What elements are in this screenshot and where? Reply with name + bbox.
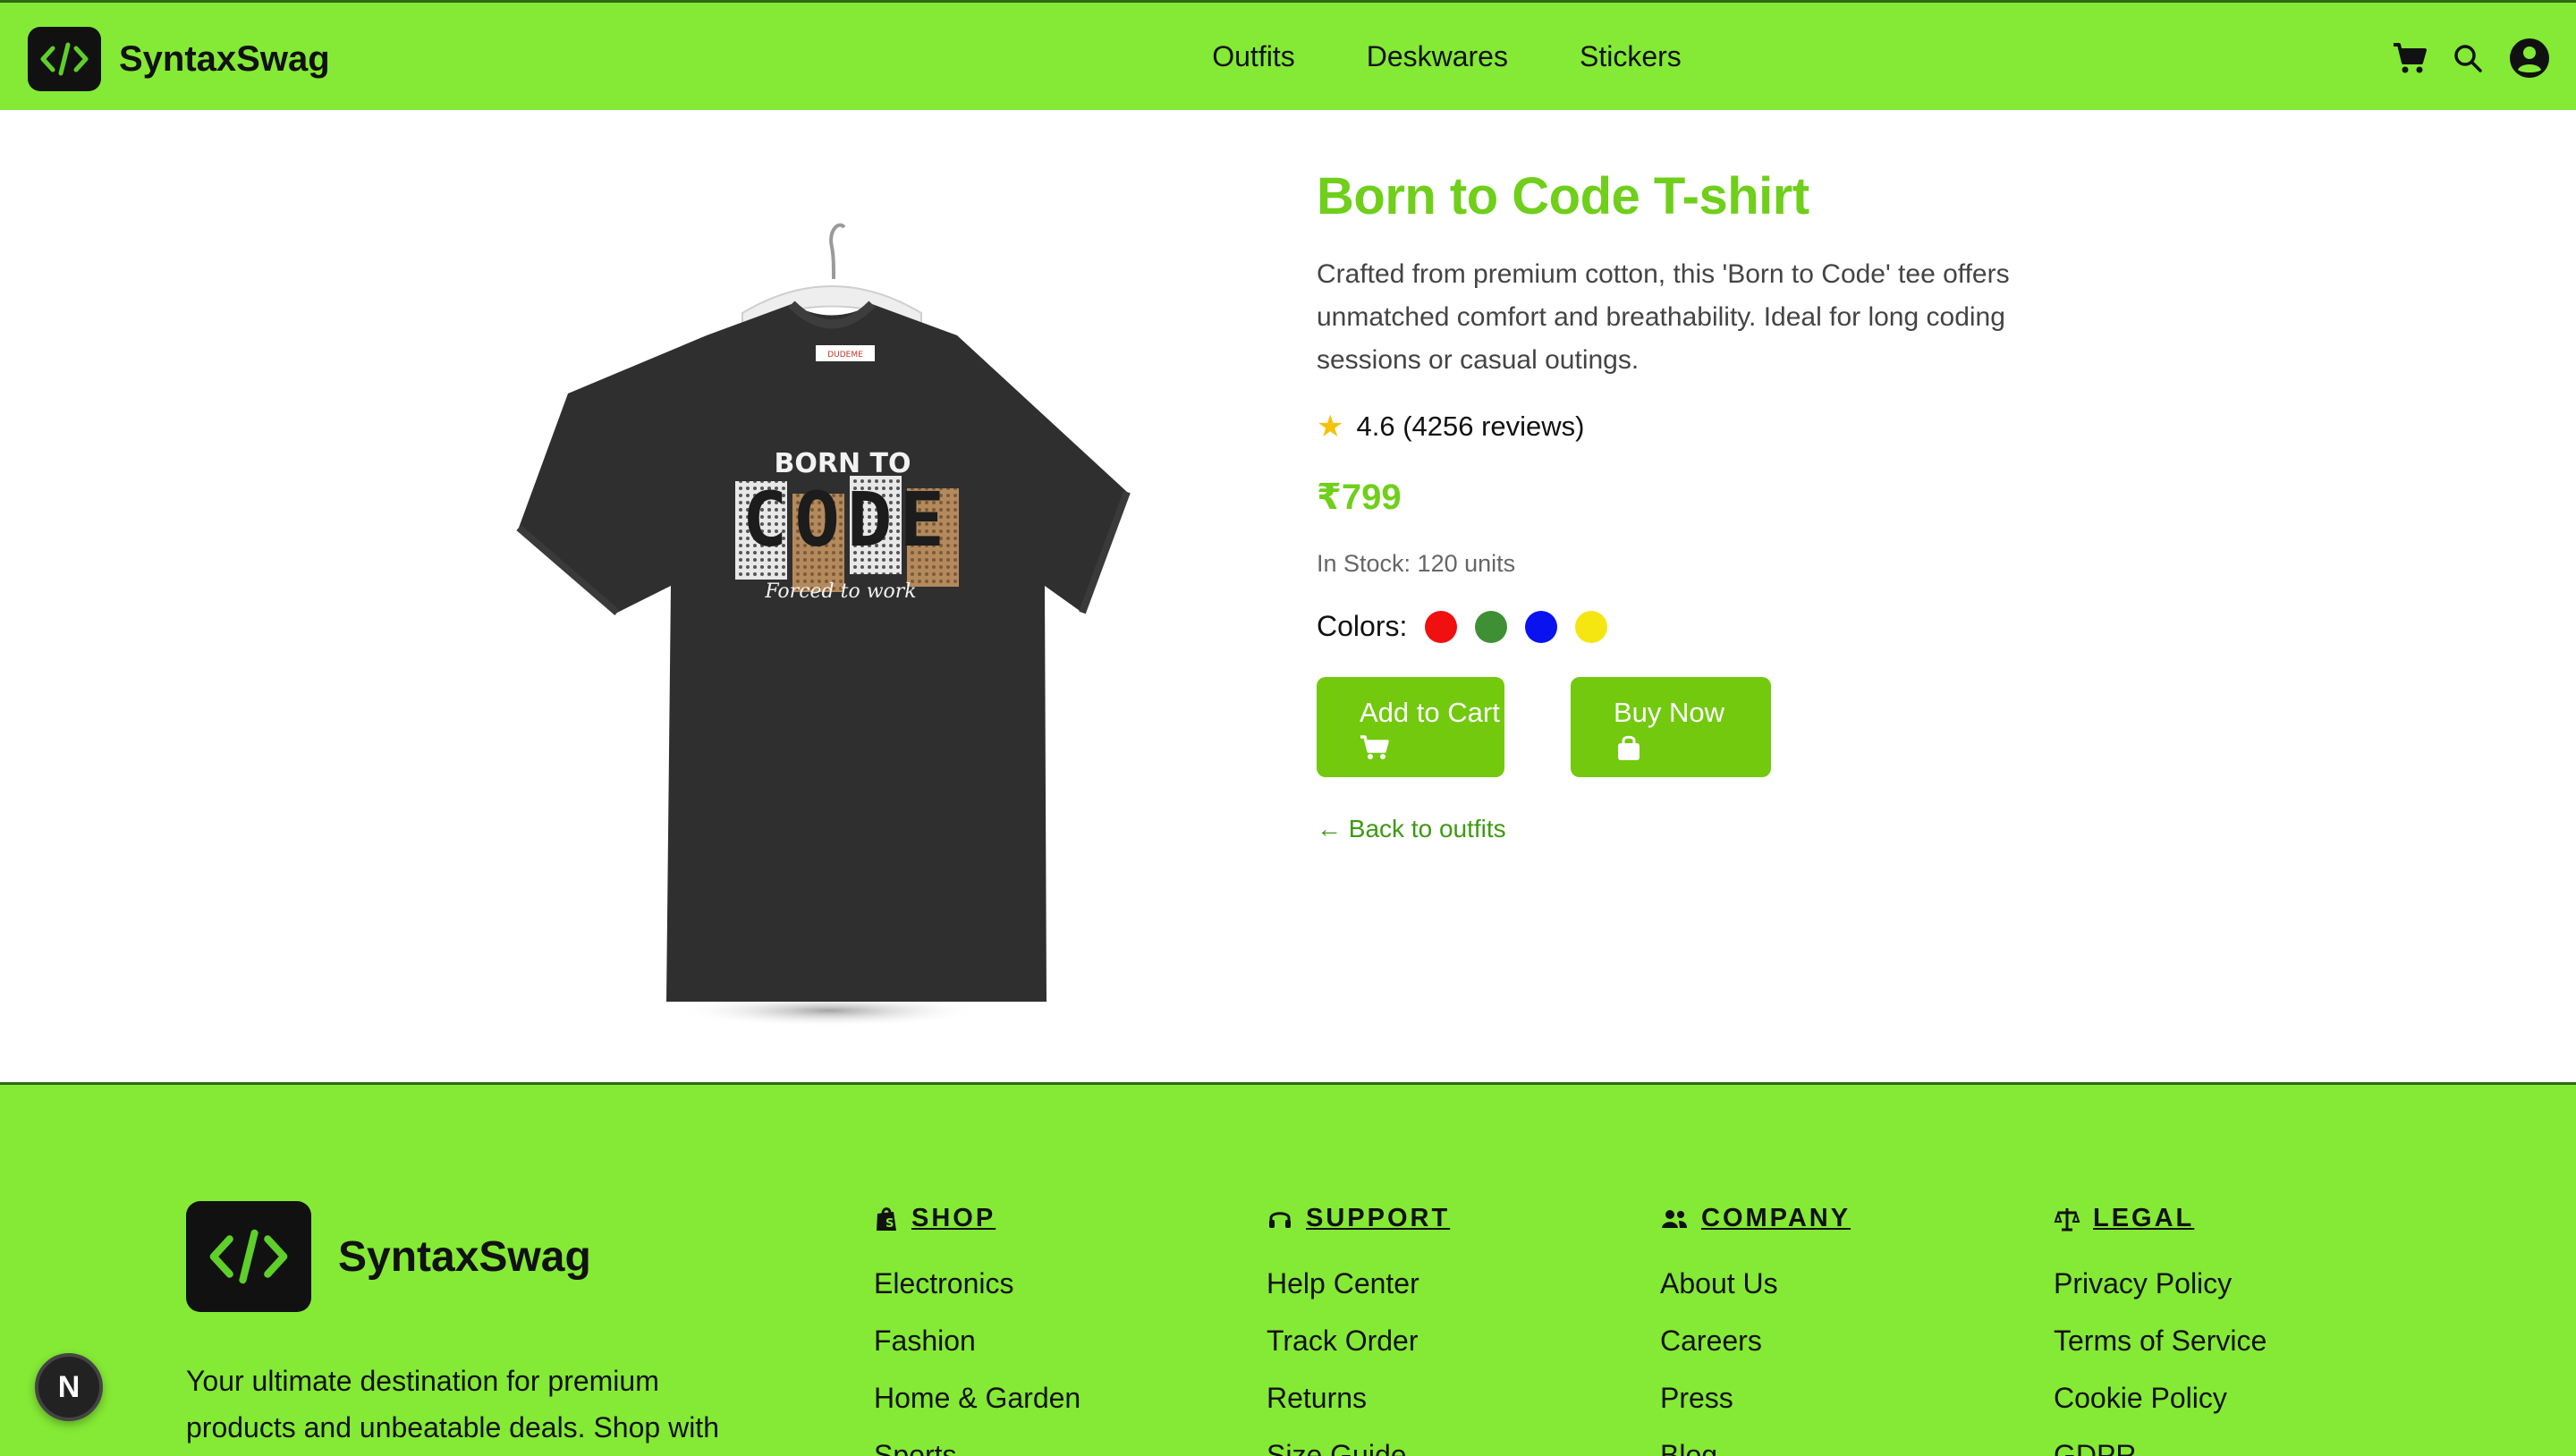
stock-status: In Stock: 120 units: [1317, 550, 1516, 577]
code-logo-icon: [186, 1201, 311, 1312]
search-icon[interactable]: [2453, 43, 2483, 73]
user-icon[interactable]: [2508, 37, 2551, 80]
footer-link-careers[interactable]: Careers: [1660, 1325, 1851, 1382]
footer-column-company: COMPANY About Us Careers Press Blog: [1660, 1204, 1851, 1456]
product-rating: ★ 4.6 (4256 reviews): [1317, 409, 2122, 444]
footer-link-about-us[interactable]: About Us: [1660, 1267, 1851, 1325]
shirt-print-line1: BORN TO: [775, 448, 911, 479]
product-actions: Add to Cart Buy Now: [1317, 677, 2122, 777]
color-swatch-red[interactable]: [1425, 610, 1458, 643]
footer-link-size-guide[interactable]: Size Guide: [1267, 1439, 1450, 1456]
footer-link-privacy-policy[interactable]: Privacy Policy: [2054, 1267, 2267, 1325]
product-info: Born to Code T-shirt Crafted from premiu…: [1317, 166, 2122, 843]
footer-link-terms-of-service[interactable]: Terms of Service: [2054, 1325, 2267, 1382]
footer-column-legal: LEGAL Privacy Policy Terms of Service Co…: [2054, 1204, 2267, 1456]
footer-link-press[interactable]: Press: [1660, 1382, 1851, 1439]
nav-item-outfits[interactable]: Outfits: [1212, 40, 1294, 73]
buy-now-label: Buy Now: [1614, 697, 1725, 728]
users-icon: [1660, 1206, 1689, 1232]
footer-link-home-garden[interactable]: Home & Garden: [874, 1382, 1080, 1439]
footer-link-returns[interactable]: Returns: [1267, 1382, 1450, 1439]
product-image: DUDEME BORN TO CODE Forced to work: [501, 170, 1145, 1046]
footer-link-fashion[interactable]: Fashion: [874, 1325, 1080, 1382]
nav-item-stickers[interactable]: Stickers: [1580, 40, 1682, 73]
cart-icon: [1360, 735, 1389, 759]
back-to-outfits-link[interactable]: ← Back to outfits: [1317, 815, 2122, 843]
color-swatch-yellow[interactable]: [1575, 610, 1608, 643]
add-to-cart-button[interactable]: Add to Cart: [1317, 677, 1504, 777]
footer-heading-legal: LEGAL: [2054, 1204, 2267, 1233]
color-swatch-blue[interactable]: [1525, 610, 1558, 643]
footer-heading-company-label[interactable]: COMPANY: [1701, 1204, 1851, 1233]
footer-description: Your ultimate destination for premium pr…: [186, 1365, 719, 1443]
footer-link-sports[interactable]: Sports: [874, 1439, 1080, 1456]
product-title: Born to Code T-shirt: [1317, 167, 1809, 225]
footer-heading-support-label[interactable]: SUPPORT: [1306, 1204, 1450, 1233]
shirt-print-code: CODE: [742, 476, 952, 563]
footer-brand-name: SyntaxSwag: [338, 1232, 591, 1281]
nav-item-deskwares[interactable]: Deskwares: [1367, 40, 1508, 73]
product-price: ₹799: [1317, 478, 1402, 517]
color-swatch-green[interactable]: [1475, 610, 1508, 643]
add-to-cart-label: Add to Cart: [1360, 697, 1500, 728]
shirt-print-tagline: Forced to work: [764, 580, 916, 603]
site-footer: SyntaxSwag Your ultimate destination for…: [0, 1082, 2576, 1456]
footer-brand[interactable]: SyntaxSwag: [186, 1201, 591, 1312]
footer-heading-company: COMPANY: [1660, 1204, 1851, 1233]
footer-link-cookie-policy[interactable]: Cookie Policy: [2054, 1382, 2267, 1439]
footer-heading-shop: S SHOP: [874, 1204, 1080, 1233]
shopping-bag-icon: [1618, 735, 1640, 760]
footer-link-electronics[interactable]: Electronics: [874, 1267, 1080, 1325]
product-description: Crafted from premium cotton, this 'Born …: [1317, 259, 2010, 375]
scale-icon: [2054, 1206, 2080, 1232]
colors-label: Colors:: [1317, 610, 1408, 642]
footer-column-shop: S SHOP Electronics Fashion Home & Garden…: [874, 1204, 1080, 1456]
footer-heading-support: SUPPORT: [1267, 1204, 1450, 1233]
footer-heading-shop-label[interactable]: SHOP: [911, 1204, 996, 1233]
rating-text: 4.6 (4256 reviews): [1356, 411, 1585, 442]
main-nav: Outfits Deskwares Stickers: [0, 40, 2576, 73]
svg-text:S: S: [886, 1217, 896, 1231]
headset-icon: [1267, 1206, 1293, 1232]
cart-icon[interactable]: [2392, 41, 2428, 75]
shopify-bag-icon: S: [874, 1206, 899, 1232]
top-header: SyntaxSwag Outfits Deskwares Stickers: [0, 0, 2576, 110]
footer-link-gdpr[interactable]: GDPR: [2054, 1439, 2267, 1456]
buy-now-button[interactable]: Buy Now: [1571, 677, 1771, 777]
color-options: Colors:: [1317, 610, 2122, 643]
footer-link-help-center[interactable]: Help Center: [1267, 1267, 1450, 1325]
star-icon: ★: [1317, 410, 1344, 444]
header-icons: [2367, 37, 2551, 80]
shirt-label-text: DUDEME: [827, 351, 863, 360]
footer-column-support: SUPPORT Help Center Track Order Returns …: [1267, 1204, 1450, 1456]
nextjs-dev-badge[interactable]: N: [35, 1353, 103, 1421]
footer-link-track-order[interactable]: Track Order: [1267, 1325, 1450, 1382]
footer-heading-legal-label[interactable]: LEGAL: [2093, 1204, 2194, 1233]
footer-link-blog[interactable]: Blog: [1660, 1439, 1851, 1456]
